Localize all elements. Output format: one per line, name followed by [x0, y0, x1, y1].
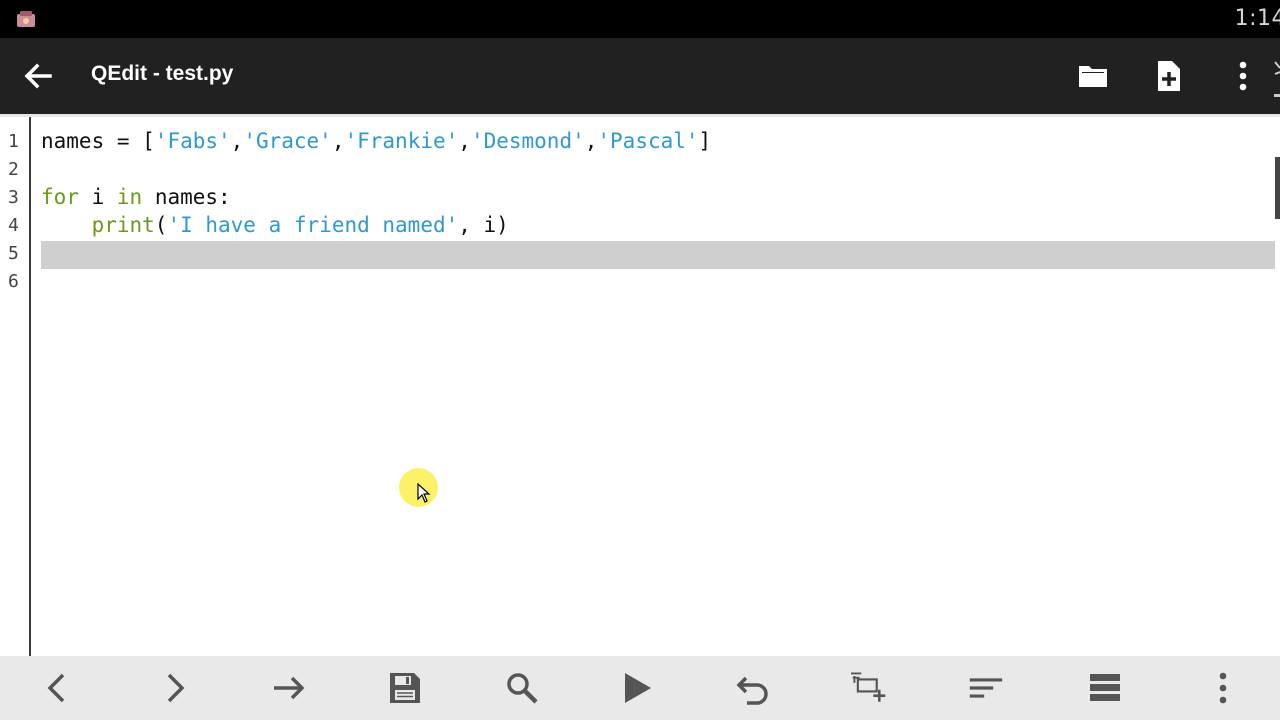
code-text: ,: [458, 129, 471, 153]
line-number: 5: [8, 243, 19, 264]
mouse-pointer-icon: [417, 483, 431, 503]
string-literal: 'Frankie': [344, 129, 459, 153]
string-literal: 'Desmond': [470, 129, 585, 153]
status-time: 1:14: [1234, 6, 1280, 31]
string-literal: 'Fabs': [154, 129, 231, 153]
scrollbar-thumb[interactable]: [1275, 157, 1280, 219]
code-line-3[interactable]: for i in names:: [41, 183, 231, 211]
more-vert-icon[interactable]: [1205, 670, 1241, 706]
keyword: for: [41, 185, 79, 209]
code-text: i: [78, 185, 117, 209]
add-tab-icon[interactable]: [851, 670, 887, 706]
line-number: 4: [8, 215, 19, 236]
arrow-right-icon[interactable]: [271, 670, 307, 706]
folder-icon[interactable]: [1075, 58, 1111, 94]
more-vert-icon[interactable]: [1225, 58, 1261, 94]
string-literal: 'Grace': [243, 129, 332, 153]
action-bar: QEdit - test.py: [0, 38, 1280, 114]
keyword: in: [116, 185, 143, 209]
string-literal: 'Pascal': [597, 129, 699, 153]
app-title: QEdit - test.py: [91, 62, 234, 85]
line-number: 2: [8, 159, 19, 180]
code-text: ,: [230, 129, 244, 153]
code-editor[interactable]: 1 2 3 4 5 6 names = ['Fabs','Grace','Fra…: [0, 114, 1280, 659]
list-icon[interactable]: [1087, 670, 1123, 706]
bottom-toolbar: [0, 656, 1280, 720]
play-icon[interactable]: [619, 670, 655, 706]
line-number: 1: [8, 131, 19, 152]
code-text: ]: [698, 129, 712, 153]
builtin-function: print: [91, 213, 155, 237]
app-notification-icon: [17, 11, 35, 27]
status-bar: 1:14: [0, 0, 1280, 38]
search-icon[interactable]: [504, 670, 540, 706]
save-icon[interactable]: [387, 670, 423, 706]
back-arrow-icon[interactable]: [18, 56, 58, 96]
line-number: 3: [8, 187, 19, 208]
line-number: 6: [8, 271, 19, 292]
undo-icon[interactable]: [735, 670, 771, 706]
code-text: names:: [142, 185, 231, 209]
code-text: (: [154, 213, 168, 237]
code-text: , i): [458, 213, 509, 237]
string-literal: 'I have a friend named': [167, 213, 459, 237]
partial-icon: [1274, 61, 1280, 97]
code-text: ,: [331, 129, 345, 153]
new-file-icon[interactable]: [1150, 58, 1186, 94]
chevron-left-icon[interactable]: [40, 670, 76, 706]
current-line-highlight: [41, 241, 1275, 269]
line-number-gutter: 1 2 3 4 5 6: [0, 117, 31, 659]
sort-icon[interactable]: [968, 670, 1004, 706]
code-text: ,: [584, 129, 598, 153]
code-line-4[interactable]: print('I have a friend named', i): [41, 211, 509, 239]
code-text: names = [: [41, 129, 155, 153]
chevron-right-icon[interactable]: [156, 670, 192, 706]
code-line-1[interactable]: names = ['Fabs','Grace','Frankie','Desmo…: [41, 127, 711, 155]
